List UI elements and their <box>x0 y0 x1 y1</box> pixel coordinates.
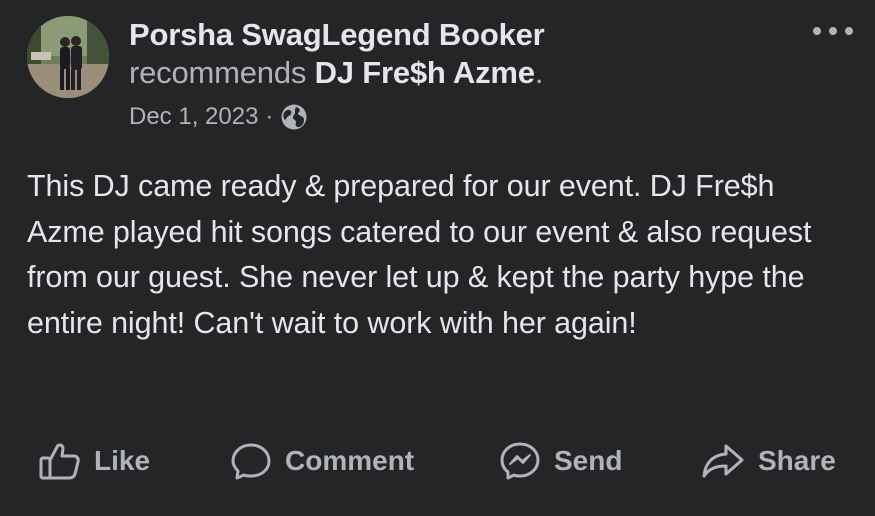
like-label: Like <box>94 445 151 476</box>
like-button[interactable]: Like <box>38 432 150 490</box>
post-date[interactable]: Dec 1, 2023 <box>129 102 258 132</box>
thumbs-up-icon <box>38 441 82 481</box>
more-dot-icon <box>813 27 821 35</box>
author-avatar[interactable] <box>27 16 109 98</box>
more-dot-icon <box>845 27 853 35</box>
comment-bubble-icon <box>229 441 273 481</box>
period: . <box>534 55 544 90</box>
share-button[interactable]: Share <box>700 432 836 490</box>
send-label: Send <box>554 445 623 476</box>
messenger-icon <box>498 441 542 481</box>
post-body: This DJ came ready & prepared for our ev… <box>27 169 812 340</box>
recommendation-post: Porsha SwagLegend Booker recommends DJ F… <box>0 0 875 516</box>
more-options-button[interactable] <box>813 18 853 44</box>
post-actions-bar: Like Comment Send Share <box>0 432 875 490</box>
meta-separator: · <box>265 103 274 130</box>
comment-label: Comment <box>285 445 415 476</box>
share-arrow-icon <box>700 441 746 481</box>
post-meta: Dec 1, 2023 · <box>129 102 809 132</box>
send-button[interactable]: Send <box>498 432 622 490</box>
post-header: Porsha SwagLegend Booker recommends DJ F… <box>129 16 809 132</box>
author-name[interactable]: Porsha SwagLegend Booker <box>129 16 809 54</box>
recommendation-line: recommends DJ Fre$h Azme. <box>129 54 809 92</box>
action-verb: recommends <box>129 55 307 90</box>
more-dot-icon <box>829 27 837 35</box>
comment-button[interactable]: Comment <box>229 432 414 490</box>
share-label: Share <box>758 445 836 476</box>
recommended-page-name[interactable]: DJ Fre$h Azme <box>315 55 535 90</box>
avatar-photo <box>27 16 109 98</box>
globe-icon[interactable] <box>279 102 309 132</box>
